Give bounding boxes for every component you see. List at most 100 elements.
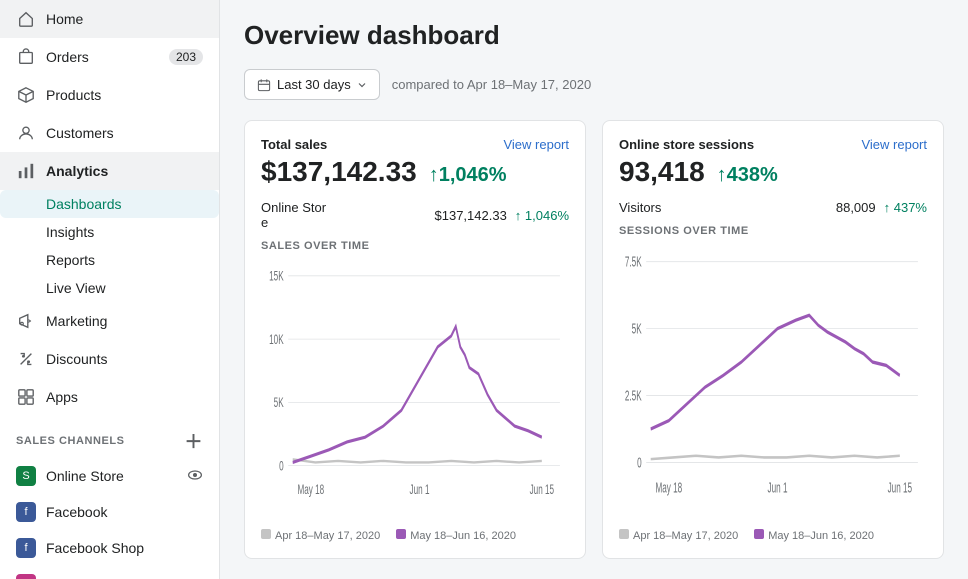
svg-text:5K: 5K xyxy=(274,395,284,411)
online-store-icon: S xyxy=(16,466,36,486)
sessions-change: ↑438% xyxy=(717,164,778,187)
date-range-button[interactable]: Last 30 days xyxy=(244,69,380,100)
sales-channels-section: SALES CHANNELS ＋ xyxy=(0,416,219,458)
sidebar-item-orders[interactable]: Orders 203 xyxy=(0,38,219,76)
sales-chart: 15K 10K 5K 0 May 18 Jun 1 Jun 15 xyxy=(261,260,569,521)
total-sales-sub-val: $137,142.33 xyxy=(435,208,507,223)
svg-text:Jun 15: Jun 15 xyxy=(530,482,554,498)
orders-badge: 203 xyxy=(169,49,203,65)
channel-facebook-label: Facebook xyxy=(46,504,107,520)
sidebar-sub-dashboards[interactable]: Dashboards xyxy=(0,190,219,218)
sidebar-item-discounts-label: Discounts xyxy=(46,351,107,367)
channel-online-store[interactable]: S Online Store xyxy=(0,458,219,494)
sidebar-sub-reports-label: Reports xyxy=(46,252,95,268)
svg-text:15K: 15K xyxy=(269,268,284,284)
sidebar-item-products-label: Products xyxy=(46,87,101,103)
sessions-chart-label: SESSIONS OVER TIME xyxy=(619,225,927,237)
add-sales-channel-icon[interactable]: ＋ xyxy=(184,428,203,454)
sidebar-item-discounts[interactable]: Discounts xyxy=(0,340,219,378)
sidebar: Home Orders 203 Products Customers Analy… xyxy=(0,0,220,579)
total-sales-sub-row: Online Store $137,142.33 ↑ 1,046% xyxy=(261,200,569,230)
total-sales-view-report[interactable]: View report xyxy=(503,137,569,152)
sidebar-item-apps[interactable]: Apps xyxy=(0,378,219,416)
sessions-chart: 7.5K 5K 2.5K 0 May 18 Jun 1 Jun 15 xyxy=(619,245,927,521)
sidebar-item-orders-label: Orders xyxy=(46,49,89,65)
sidebar-item-customers[interactable]: Customers xyxy=(0,114,219,152)
sidebar-item-marketing[interactable]: Marketing xyxy=(0,302,219,340)
apps-icon xyxy=(16,387,36,407)
calendar-icon xyxy=(257,78,271,92)
page-title: Overview dashboard xyxy=(244,20,944,51)
sessions-chart-area: 7.5K 5K 2.5K 0 May 18 Jun 1 Jun 15 xyxy=(619,245,927,521)
svg-text:May 18: May 18 xyxy=(655,479,682,496)
svg-text:7.5K: 7.5K xyxy=(625,253,642,270)
marketing-icon xyxy=(16,311,36,331)
sidebar-sub-reports[interactable]: Reports xyxy=(0,246,219,274)
svg-text:2.5K: 2.5K xyxy=(625,387,642,404)
total-sales-sub-label: Online Store xyxy=(261,200,427,230)
sessions-sub-row: Visitors 88,009 ↑ 437% xyxy=(619,200,927,215)
sidebar-item-products[interactable]: Products xyxy=(0,76,219,114)
facebook-icon: f xyxy=(16,502,36,522)
svg-text:0: 0 xyxy=(637,454,642,471)
sidebar-sub-insights[interactable]: Insights xyxy=(0,218,219,246)
total-sales-change: ↑1,046% xyxy=(429,164,507,187)
instagram-icon: 📷 xyxy=(16,574,36,579)
sales-legend-curr: May 18–Jun 16, 2020 xyxy=(396,529,516,542)
sessions-sub-val: 88,009 xyxy=(836,200,876,215)
sessions-title: Online store sessions xyxy=(619,137,754,152)
total-sales-title: Total sales xyxy=(261,137,327,152)
total-sales-value: $137,142.33 xyxy=(261,156,417,188)
home-icon xyxy=(16,9,36,29)
svg-text:Jun 1: Jun 1 xyxy=(410,482,430,498)
sessions-legend-curr: May 18–Jun 16, 2020 xyxy=(754,529,874,542)
sidebar-sub-liveview[interactable]: Live View xyxy=(0,274,219,302)
svg-text:Jun 1: Jun 1 xyxy=(768,479,788,496)
sales-legend: Apr 18–May 17, 2020 May 18–Jun 16, 2020 xyxy=(261,529,569,542)
sessions-legend: Apr 18–May 17, 2020 May 18–Jun 16, 2020 xyxy=(619,529,927,542)
sidebar-sub-liveview-label: Live View xyxy=(46,280,106,296)
svg-text:10K: 10K xyxy=(269,332,284,348)
sessions-sub-change: ↑ 437% xyxy=(884,200,927,215)
sessions-view-report[interactable]: View report xyxy=(861,137,927,152)
svg-text:May 18: May 18 xyxy=(297,482,324,498)
channel-online-store-label: Online Store xyxy=(46,468,124,484)
customers-icon xyxy=(16,123,36,143)
sidebar-sub-dashboards-label: Dashboards xyxy=(46,196,122,212)
date-range-label: Last 30 days xyxy=(277,77,351,92)
sidebar-item-home-label: Home xyxy=(46,11,83,27)
total-sales-main-row: $137,142.33 ↑1,046% xyxy=(261,156,569,190)
svg-text:0: 0 xyxy=(279,458,284,474)
total-sales-card: Total sales View report $137,142.33 ↑1,0… xyxy=(244,120,586,559)
sidebar-item-analytics-label: Analytics xyxy=(46,163,108,179)
svg-text:Jun 15: Jun 15 xyxy=(888,479,913,496)
sales-chart-label: SALES OVER TIME xyxy=(261,240,569,252)
analytics-icon xyxy=(16,161,36,181)
eye-icon xyxy=(187,467,203,486)
sidebar-sub-insights-label: Insights xyxy=(46,224,94,240)
chevron-down-icon xyxy=(357,80,367,90)
sessions-sub-label: Visitors xyxy=(619,200,828,215)
sessions-card: Online store sessions View report 93,418… xyxy=(602,120,944,559)
compare-text: compared to Apr 18–May 17, 2020 xyxy=(392,77,591,92)
channel-facebook[interactable]: f Facebook xyxy=(0,494,219,530)
sidebar-item-marketing-label: Marketing xyxy=(46,313,107,329)
total-sales-header: Total sales View report xyxy=(261,137,569,152)
channel-facebook-shop[interactable]: f Facebook Shop xyxy=(0,530,219,566)
facebook-shop-icon: f xyxy=(16,538,36,558)
sales-legend-prev: Apr 18–May 17, 2020 xyxy=(261,529,380,542)
sidebar-item-apps-label: Apps xyxy=(46,389,78,405)
products-icon xyxy=(16,85,36,105)
sessions-header: Online store sessions View report xyxy=(619,137,927,152)
date-bar: Last 30 days compared to Apr 18–May 17, … xyxy=(244,69,944,100)
sidebar-item-analytics[interactable]: Analytics xyxy=(0,152,219,190)
channel-facebook-shop-label: Facebook Shop xyxy=(46,540,144,556)
sidebar-item-customers-label: Customers xyxy=(46,125,114,141)
channel-instagram[interactable]: 📷 Instagram xyxy=(0,566,219,579)
total-sales-sub-change: ↑ 1,046% xyxy=(515,208,569,223)
sidebar-item-home[interactable]: Home xyxy=(0,0,219,38)
sessions-value: 93,418 xyxy=(619,156,705,188)
sales-channels-label: SALES CHANNELS xyxy=(16,435,125,447)
sessions-legend-prev: Apr 18–May 17, 2020 xyxy=(619,529,738,542)
sessions-main-row: 93,418 ↑438% xyxy=(619,156,927,190)
